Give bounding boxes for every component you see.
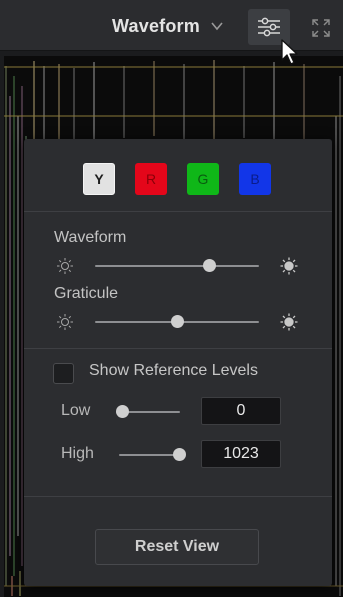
high-level-handle[interactable] [172,448,186,461]
graticule-brightness-label: Graticule [54,285,119,302]
channel-g-button[interactable]: G [187,163,219,195]
low-level-handle[interactable] [115,405,129,418]
brightness-low-icon [57,314,73,330]
brightness-high-icon [280,313,298,331]
channel-y-button[interactable]: Y [83,163,115,195]
expand-icon [312,19,330,37]
graticule-brightness-handle[interactable] [170,315,184,328]
show-reference-levels-label: Show Reference Levels [89,362,258,379]
divider [24,211,332,212]
waveform-brightness-label: Waveform [54,229,127,246]
sliders-icon [258,17,280,37]
brightness-high-icon [280,257,298,275]
high-level-input[interactable]: 1023 [201,440,281,468]
waveform-brightness-handle[interactable] [203,259,217,272]
scope-mode-dropdown[interactable]: Waveform [112,13,242,39]
channel-b-button[interactable]: B [239,163,271,195]
divider [24,348,332,349]
mouse-pointer-icon [281,39,298,65]
reset-view-button[interactable]: Reset View [95,529,259,565]
low-level-label: Low [61,402,91,419]
divider [24,496,332,497]
scope-mode-label: Waveform [112,15,200,36]
chevron-down-icon [211,22,223,31]
waveform-brightness-track[interactable] [95,265,259,267]
channel-selector: Y R G B [83,163,271,195]
show-reference-levels-checkbox[interactable] [53,363,74,384]
expand-scope-button[interactable] [300,10,342,46]
brightness-low-icon [57,258,73,274]
scope-settings-panel: Y R G B Waveform Graticule Show Referenc… [24,139,332,586]
high-level-label: High [61,445,94,462]
low-level-input[interactable]: 0 [201,397,281,425]
channel-r-button[interactable]: R [135,163,167,195]
